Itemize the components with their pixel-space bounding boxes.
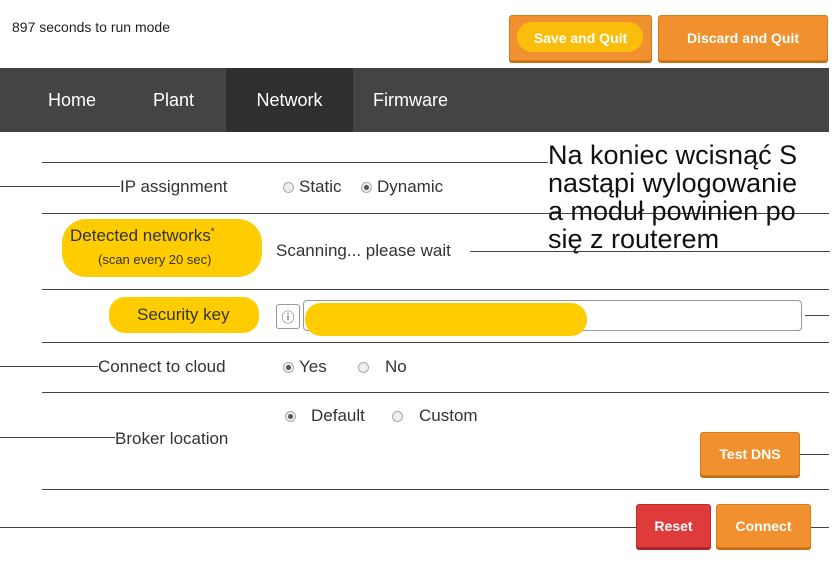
- radio-custom[interactable]: [392, 411, 403, 422]
- info-circle-icon[interactable]: ⓘ: [276, 304, 300, 329]
- asterisk: *: [210, 226, 215, 238]
- navbar: Home Plant Network Firmware: [0, 68, 829, 132]
- radio-no[interactable]: [358, 362, 369, 373]
- annotation-line: Na koniec wcisnąć S: [548, 140, 798, 170]
- annotation-line: się z routerem: [548, 224, 720, 254]
- nav-firmware[interactable]: Firmware: [373, 68, 448, 132]
- reset-button[interactable]: Reset: [636, 504, 711, 548]
- radio-default[interactable]: [285, 411, 296, 422]
- separator: [42, 392, 829, 393]
- detected-networks-text: Detected networks: [70, 226, 211, 245]
- radio-yes[interactable]: [283, 362, 294, 373]
- annotation-leader: [0, 437, 115, 438]
- annotation-leader: [0, 527, 636, 528]
- default-option-label: Default: [311, 406, 365, 425]
- separator: [42, 342, 829, 343]
- save-and-quit-button[interactable]: Save and Quit: [509, 15, 652, 61]
- nav-home[interactable]: Home: [48, 68, 96, 132]
- annotation-leader: [811, 527, 829, 528]
- scan-status: Scanning... please wait: [276, 241, 451, 260]
- separator: [42, 489, 829, 490]
- annotation-leader: [800, 454, 829, 455]
- security-key-label: Security key: [137, 305, 230, 324]
- test-dns-button[interactable]: Test DNS: [700, 432, 800, 476]
- discard-and-quit-button[interactable]: Discard and Quit: [658, 15, 828, 61]
- scan-interval-label: (scan every 20 sec): [98, 252, 212, 267]
- yellow-highlight: [305, 303, 587, 336]
- annotation-leader: [0, 186, 120, 187]
- ip-assignment-label: IP assignment: [120, 177, 228, 196]
- separator: [42, 162, 548, 163]
- no-option-label: No: [385, 357, 407, 376]
- radio-static[interactable]: [283, 182, 294, 193]
- nav-network[interactable]: Network: [226, 68, 353, 132]
- countdown-text: 897 seconds to run mode: [12, 19, 170, 35]
- broker-location-label: Broker location: [115, 429, 229, 448]
- annotation-line: nastąpi wylogowanie: [548, 168, 798, 198]
- annotation-line: a moduł powinien po: [548, 196, 796, 226]
- custom-option-label: Custom: [419, 406, 478, 425]
- yes-option-label: Yes: [299, 357, 327, 376]
- dynamic-option-label: Dynamic: [377, 177, 444, 196]
- static-option-label: Static: [299, 177, 342, 196]
- detected-networks-label: Detected networks*: [70, 226, 215, 246]
- separator: [42, 289, 829, 290]
- save-and-quit-label: Save and Quit: [533, 30, 628, 46]
- radio-dynamic[interactable]: [361, 182, 372, 193]
- annotation-leader: [805, 315, 829, 316]
- annotation-leader: [0, 366, 98, 367]
- annotation-text: Na koniec wcisnąć S nastąpi wylogowanie …: [548, 141, 797, 253]
- nav-plant[interactable]: Plant: [153, 68, 194, 132]
- connect-to-cloud-label: Connect to cloud: [98, 357, 226, 376]
- connect-button[interactable]: Connect: [716, 504, 811, 548]
